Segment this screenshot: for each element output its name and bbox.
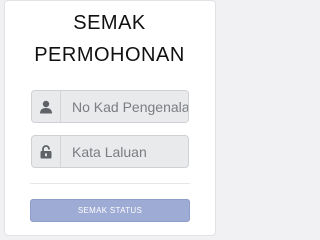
password-field xyxy=(31,135,189,168)
page-title-line1: SEMAK xyxy=(73,12,146,34)
check-status-button[interactable]: SEMAK STATUS xyxy=(30,199,190,222)
page-title-line2: PERMOHONAN xyxy=(34,44,185,66)
id-number-input[interactable] xyxy=(61,91,188,122)
user-icon xyxy=(32,91,61,122)
divider xyxy=(30,183,190,184)
password-input[interactable] xyxy=(61,136,188,167)
id-number-field xyxy=(31,90,189,123)
unlock-icon xyxy=(32,136,61,167)
